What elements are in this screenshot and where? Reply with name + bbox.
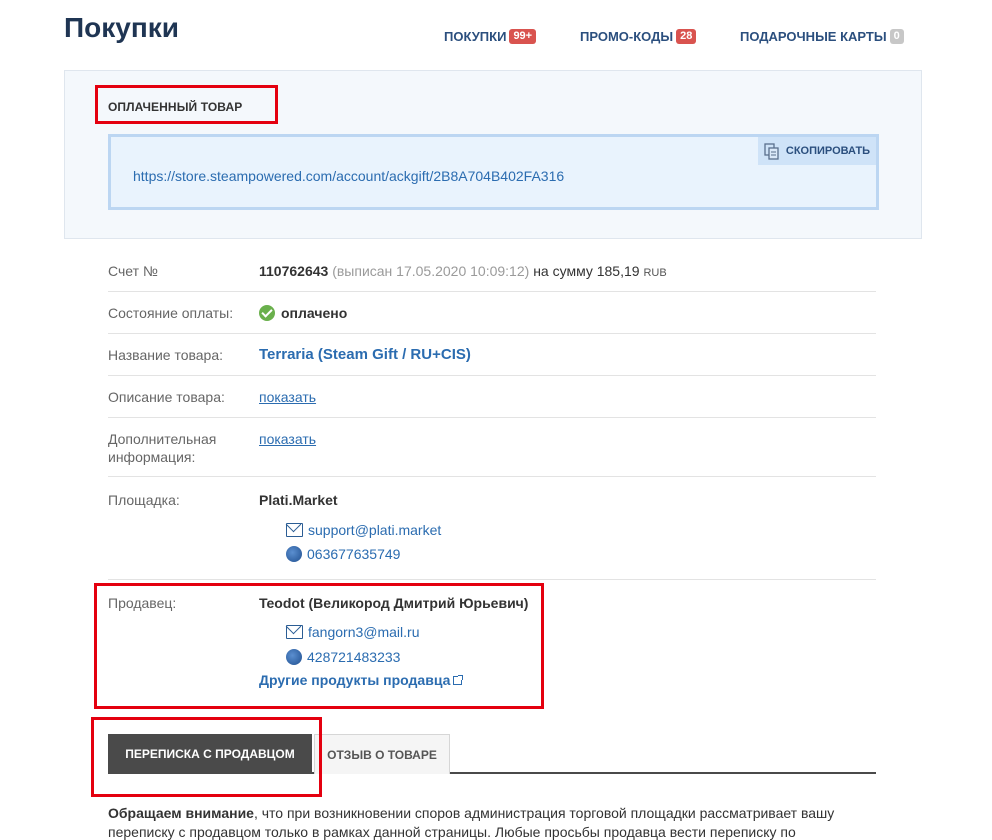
invoice-row: Счет № 110762643 (выписан 17.05.2020 10:… [108,250,876,292]
order-details: Счет № 110762643 (выписан 17.05.2020 10:… [66,250,920,840]
nav-item-promo-codes[interactable]: ПРОМО-КОДЫ 28 [580,29,697,44]
nav-label: ПОКУПКИ [444,29,507,44]
extra-info-label-line: информация: [108,449,196,465]
webmoney-icon [286,649,302,665]
description-label: Описание товара: [108,389,225,405]
description-row: Описание товара: показать [108,376,876,418]
nav-item-gift-cards[interactable]: ПОДАРОЧНЫЕ КАРТЫ 0 [740,29,904,44]
product-row: Название товара: Terraria (Steam Gift / … [108,334,876,376]
platform-name: Plati.Market [259,492,338,508]
platform-email-text: support@plati.market [308,522,442,538]
paid-item-panel: ОПЛАЧЕННЫЙ ТОВАР https://store.steampowe… [64,70,922,239]
paid-item-title: ОПЛАЧЕННЫЙ ТОВАР [108,100,243,114]
nav-label: ПОДАРОЧНЫЕ КАРТЫ [740,29,887,44]
invoice-amount: на сумму 185,19 [533,263,640,279]
tab-product-review[interactable]: ОТЗЫВ О ТОВАРЕ [314,734,450,774]
notice-bold: Обращаем внимание [108,805,254,821]
invoice-issued: (выписан 17.05.2020 10:09:12) [332,263,530,279]
payment-status: оплачено [259,304,347,322]
seller-row: Продавец: Teodot (Великород Дмитрий Юрье… [108,580,876,690]
notice-line: переписку с продавцом только в рамках да… [108,824,796,840]
mail-icon [286,523,303,537]
seller-name: Teodot (Великород Дмитрий Юрьевич) [259,595,529,611]
seller-email[interactable]: fangorn3@mail.ru [286,624,420,640]
payment-label: Состояние оплаты: [108,305,234,321]
other-products-label: Другие продукты продавца [259,672,451,688]
webmoney-icon [286,546,302,562]
product-link[interactable]: Terraria (Steam Gift / RU+CIS) [259,346,471,364]
product-label: Название товара: [108,347,224,363]
seller-other-products-link[interactable]: Другие продукты продавца [259,672,464,688]
seller-wmid-text: 428721483233 [307,649,401,665]
platform-wmid[interactable]: 063677635749 [286,546,400,562]
count-badge: 0 [889,29,904,44]
mail-icon [286,625,303,639]
copy-icon [764,142,780,160]
description-show-link[interactable]: показать [259,388,316,406]
tabs: ПЕРЕПИСКА С ПРОДАВЦОМ ОТЗЫВ О ТОВАРЕ [108,734,876,774]
extra-info-row: Дополнительная информация: показать [108,418,876,477]
payment-status-text: оплачено [281,305,348,321]
notice-line: , что при возникновении споров администр… [253,805,835,821]
seller-wmid[interactable]: 428721483233 [286,649,400,665]
external-link-icon [453,674,464,685]
notice-text: Обращаем внимание, что при возникновении… [108,804,876,840]
platform-email[interactable]: support@plati.market [286,522,441,538]
tab-seller-messages[interactable]: ПЕРЕПИСКА С ПРОДАВЦОМ [108,734,312,774]
gift-link-box: https://store.steampowered.com/account/a… [108,134,879,210]
nav-item-purchases[interactable]: ПОКУПКИ 99+ [444,29,537,44]
copy-button[interactable]: СКОПИРОВАТЬ [758,137,876,165]
seller-label: Продавец: [108,595,177,611]
platform-row: Площадка: Plati.Market support@plati.mar… [108,477,876,580]
extra-info-label-line: Дополнительная [108,431,217,447]
gift-link[interactable]: https://store.steampowered.com/account/a… [133,168,564,184]
check-icon [259,305,275,321]
invoice-label: Счет № [108,263,158,279]
seller-email-text: fangorn3@mail.ru [308,624,420,640]
invoice-value: 110762643 (выписан 17.05.2020 10:09:12) … [259,262,667,282]
invoice-currency: RUB [643,267,667,279]
payment-row: Состояние оплаты: оплачено [108,292,876,334]
nav-label: ПРОМО-КОДЫ [580,29,674,44]
copy-label: СКОПИРОВАТЬ [785,145,871,157]
count-badge: 28 [676,29,697,44]
platform-wmid-text: 063677635749 [307,546,401,562]
count-badge: 99+ [509,29,537,44]
extra-info-show-link[interactable]: показать [259,430,316,448]
top-nav: ПОКУПКИ 99+ ПРОМО-КОДЫ 28 ПОДАРОЧНЫЕ КАР… [0,29,992,47]
invoice-number: 110762643 [259,263,329,279]
platform-label: Площадка: [108,492,180,508]
extra-info-label: Дополнительная информация: [108,430,216,466]
